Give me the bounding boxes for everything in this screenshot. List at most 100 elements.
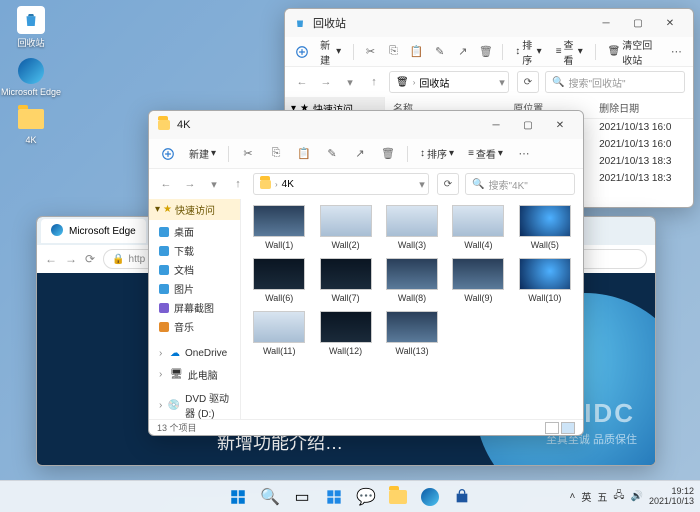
delete-button[interactable]: 🗑	[377, 143, 399, 165]
titlebar[interactable]: 4K ─ ▢ ✕	[149, 111, 583, 139]
view-details-button[interactable]	[545, 422, 559, 434]
history-chevron[interactable]: ▾	[341, 73, 359, 91]
view-dropdown[interactable]: ≡ 查看 ▾	[552, 35, 587, 69]
breadcrumb[interactable]: 🗑 › 回收站	[389, 71, 509, 93]
refresh-button[interactable]: ⟳	[85, 252, 95, 266]
sort-dropdown[interactable]: ↕ 排序 ▾	[416, 144, 458, 163]
minimize-button[interactable]: ─	[591, 12, 621, 34]
copy-button[interactable]: ⎘	[385, 41, 402, 63]
sidebar-item-documents[interactable]: 文档	[149, 260, 240, 279]
rename-button[interactable]: ✎	[431, 41, 448, 63]
sidebar-quick-access[interactable]: ▾ ★ 快速访问	[149, 199, 240, 220]
tray-chevron[interactable]: ˄	[570, 491, 576, 502]
paste-button[interactable]: 📋	[408, 41, 425, 63]
history-chevron[interactable]: ▾	[205, 175, 223, 193]
network-icon[interactable]: 🖧	[613, 488, 624, 505]
file-item[interactable]: Wall(2)	[315, 205, 375, 250]
file-item[interactable]: Wall(12)	[315, 311, 375, 356]
breadcrumb[interactable]: › 4K	[253, 173, 429, 195]
share-button[interactable]: ↗	[454, 41, 471, 63]
minimize-button[interactable]: ─	[481, 114, 511, 136]
file-thumbnail	[253, 258, 305, 290]
titlebar[interactable]: 回收站 ─ ▢ ✕	[285, 9, 693, 37]
search-button[interactable]: 🔍	[256, 484, 284, 510]
sort-dropdown[interactable]: ↕ 排序 ▾	[511, 35, 545, 69]
desktop-folder-4k[interactable]: 4K	[6, 105, 56, 145]
up-button[interactable]: ↑	[229, 175, 247, 193]
sidebar-item-screenshots[interactable]: 屏幕截图	[149, 298, 240, 317]
ime-lang[interactable]: 英	[581, 489, 591, 504]
sidebar-this-pc[interactable]: ›🖥此电脑	[149, 365, 240, 384]
search-input[interactable]: 🔍 搜索"4K"	[465, 173, 575, 195]
up-button[interactable]: ↑	[365, 73, 383, 91]
file-item[interactable]: Wall(8)	[382, 258, 442, 303]
close-button[interactable]: ✕	[545, 114, 575, 136]
back-button[interactable]: ←	[293, 73, 311, 91]
ime-mode[interactable]: 五	[597, 489, 607, 504]
clock[interactable]: 19:12 2021/10/13	[649, 487, 694, 507]
tab-edge[interactable]: Microsoft Edge	[41, 219, 146, 243]
forward-button[interactable]: →	[317, 73, 335, 91]
file-item[interactable]: Wall(9)	[448, 258, 508, 303]
maximize-button[interactable]: ▢	[623, 12, 653, 34]
sidebar-item-downloads[interactable]: 下载	[149, 241, 240, 260]
sidebar-item-music[interactable]: 音乐	[149, 317, 240, 336]
file-item[interactable]: Wall(5)	[515, 205, 575, 250]
sidebar-item-desktop[interactable]: 桌面	[149, 222, 240, 241]
recycle-bin-icon: 🗑	[396, 77, 409, 88]
breadcrumb-chevron[interactable]: ▾	[493, 73, 511, 91]
forward-button[interactable]: →	[65, 252, 77, 266]
taskbar-edge[interactable]	[416, 484, 444, 510]
new-button[interactable]	[293, 41, 310, 63]
search-icon: 🔍	[552, 77, 564, 88]
new-button[interactable]	[157, 143, 179, 165]
copy-button[interactable]: ⎘	[265, 143, 287, 165]
maximize-button[interactable]: ▢	[513, 114, 543, 136]
sidebar-dvd[interactable]: ›💿DVD 驱动器 (D:)	[149, 388, 240, 419]
rename-button[interactable]: ✎	[321, 143, 343, 165]
file-item[interactable]: Wall(6)	[249, 258, 309, 303]
breadcrumb-chevron[interactable]: ▾	[413, 175, 431, 193]
desktop-recycle-bin[interactable]: 回收站	[6, 6, 56, 49]
forward-button[interactable]: →	[181, 175, 199, 193]
more-button[interactable]: ⋯	[513, 143, 535, 165]
lock-icon: 🔒	[112, 254, 124, 265]
file-item[interactable]: Wall(11)	[249, 311, 309, 356]
paste-button[interactable]: 📋	[293, 143, 315, 165]
more-button[interactable]: ⋯	[668, 41, 685, 63]
taskbar-explorer[interactable]	[384, 484, 412, 510]
file-item[interactable]: Wall(10)	[515, 258, 575, 303]
file-item[interactable]: Wall(1)	[249, 205, 309, 250]
new-dropdown[interactable]: 新建▾	[185, 144, 220, 163]
delete-button[interactable]: 🗑	[477, 41, 494, 63]
sidebar-item-pictures[interactable]: 图片	[149, 279, 240, 298]
widgets-button[interactable]	[320, 484, 348, 510]
empty-recycle-button[interactable]: 🗑 清空回收站	[604, 35, 662, 69]
navbar: ← → ▾ ↑ › 4K ▾ ⟳ 🔍 搜索"4K"	[149, 169, 583, 199]
refresh-button[interactable]: ⟳	[517, 71, 539, 93]
close-button[interactable]: ✕	[655, 12, 685, 34]
chat-button[interactable]: 💬	[352, 484, 380, 510]
file-thumbnail	[320, 311, 372, 343]
view-dropdown[interactable]: ≡ 查看 ▾	[464, 144, 507, 163]
start-button[interactable]	[224, 484, 252, 510]
file-item[interactable]: Wall(3)	[382, 205, 442, 250]
share-button[interactable]: ↗	[349, 143, 371, 165]
view-thumbnails-button[interactable]	[561, 422, 575, 434]
search-input[interactable]: 🔍 搜索"回收站"	[545, 71, 685, 93]
back-button[interactable]: ←	[45, 252, 57, 266]
file-item[interactable]: Wall(13)	[382, 311, 442, 356]
desktop-edge[interactable]: Microsoft Edge	[6, 57, 56, 97]
cut-button[interactable]: ✂	[362, 41, 379, 63]
back-button[interactable]: ←	[157, 175, 175, 193]
file-item[interactable]: Wall(7)	[315, 258, 375, 303]
task-view-button[interactable]: ▭	[288, 484, 316, 510]
taskbar-store[interactable]	[448, 484, 476, 510]
file-label: Wall(8)	[398, 293, 426, 303]
volume-icon[interactable]: 🔊	[631, 491, 643, 502]
file-item[interactable]: Wall(4)	[448, 205, 508, 250]
refresh-button[interactable]: ⟳	[437, 173, 459, 195]
cut-button[interactable]: ✂	[237, 143, 259, 165]
new-dropdown[interactable]: 新建▾	[316, 35, 345, 69]
sidebar-onedrive[interactable]: ›☁OneDrive	[149, 346, 240, 361]
